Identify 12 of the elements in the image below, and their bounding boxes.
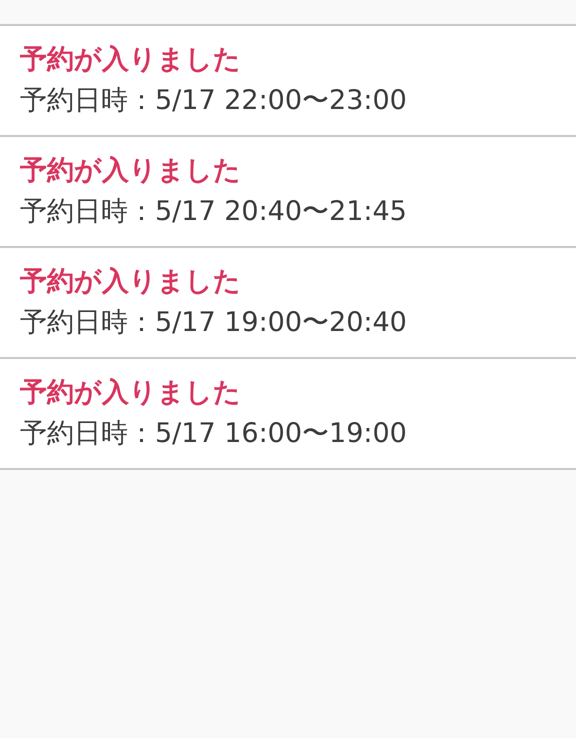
notification-title: 予約が入りました	[20, 154, 242, 188]
notification-title: 予約が入りました	[20, 376, 242, 410]
notification-item[interactable]: 予約が入りました 予約日時：5/17 20:40〜21:45	[0, 137, 576, 248]
notification-item[interactable]: 予約が入りました 予約日時：5/17 22:00〜23:00	[0, 26, 576, 137]
reservation-time: 予約日時：5/17 20:40〜21:45	[20, 195, 408, 229]
notification-item[interactable]: 予約が入りました 予約日時：5/17 19:00〜20:40	[0, 248, 576, 359]
reservation-time: 予約日時：5/17 16:00〜19:00	[20, 417, 408, 451]
reservation-time: 予約日時：5/17 22:00〜23:00	[20, 84, 408, 118]
reservation-time: 予約日時：5/17 19:00〜20:40	[20, 306, 408, 340]
notification-title: 予約が入りました	[20, 265, 242, 299]
notification-item[interactable]: 予約が入りました 予約日時：5/17 16:00〜19:00	[0, 359, 576, 470]
notification-title: 予約が入りました	[20, 43, 242, 77]
